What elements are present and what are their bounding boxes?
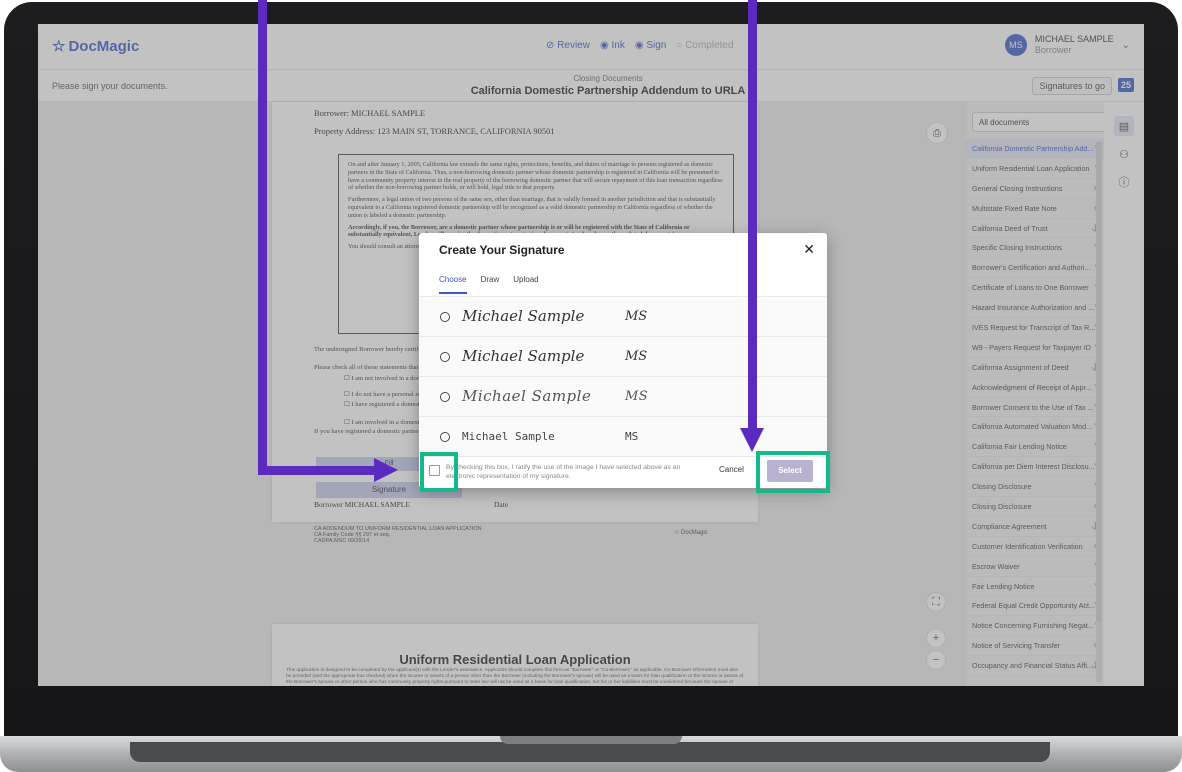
laptop-hinge: [130, 742, 1050, 762]
signature-option[interactable]: Michael Sample MS: [419, 377, 827, 417]
highlight-select-button: [756, 451, 830, 493]
initials-preview: MS: [625, 430, 639, 443]
signature-option[interactable]: Michael Sample MS: [419, 337, 827, 377]
tutorial-arrow-left-vertical: [258, 0, 267, 474]
radio-button[interactable]: [440, 312, 450, 322]
signature-preview: Michael Sample: [462, 347, 585, 365]
laptop-notch: [500, 736, 682, 744]
tab-draw[interactable]: Draw: [481, 275, 500, 294]
radio-button[interactable]: [440, 392, 450, 402]
arrow-down-icon: [740, 428, 764, 452]
tab-choose[interactable]: Choose: [439, 275, 467, 294]
initials-preview: MS: [625, 309, 648, 324]
close-icon[interactable]: ✕: [803, 241, 815, 258]
highlight-consent-checkbox: [420, 452, 458, 492]
laptop-mockup: ☆ DocMagic ⊘ Review ◉ Ink ◉ Sign ○ Comple…: [0, 0, 1182, 772]
dialog-title: Create Your Signature: [439, 243, 565, 257]
app-screen: ☆ DocMagic ⊘ Review ◉ Ink ◉ Sign ○ Comple…: [38, 24, 1144, 686]
tutorial-arrow-right-vertical: [748, 0, 757, 430]
signature-option[interactable]: Michael Sample MS: [419, 297, 827, 337]
initials-preview: MS: [625, 389, 649, 404]
consent-text: By checking this box, I ratify the use o…: [446, 464, 681, 480]
initials-preview: MS: [625, 349, 648, 364]
signature-preview: Michael Sample: [462, 430, 555, 443]
signature-preview: Michael Sample: [462, 307, 585, 325]
create-signature-dialog: Create Your Signature ✕ Choose Draw Uplo…: [419, 233, 827, 488]
tutorial-arrow-left-horizontal: [258, 466, 378, 475]
radio-button[interactable]: [440, 352, 450, 362]
radio-button[interactable]: [440, 432, 450, 442]
signature-options: Michael Sample MS Michael Sample MS Mich…: [419, 297, 827, 457]
signature-preview: Michael Sample: [462, 387, 592, 405]
signature-tabs: Choose Draw Upload: [439, 275, 539, 294]
arrow-right-icon: [374, 458, 398, 482]
tab-upload[interactable]: Upload: [513, 275, 538, 294]
cancel-button[interactable]: Cancel: [719, 465, 744, 474]
